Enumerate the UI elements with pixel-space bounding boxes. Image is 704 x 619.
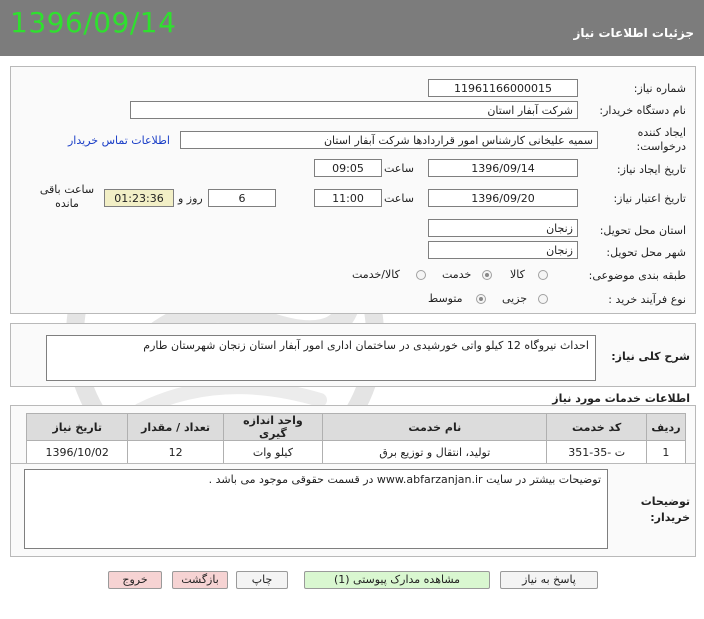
cell-service-name: تولید، انتقال و توزیع برق: [322, 440, 548, 464]
cell-row: 1: [645, 440, 687, 464]
remaining-label: ساعت باقی مانده: [39, 183, 95, 210]
purchase-medium-radio[interactable]: [476, 294, 486, 304]
days-label: روز و: [178, 192, 203, 205]
validity-date-field: 1396/09/20: [428, 189, 578, 207]
delivery-province-field: زنجان: [428, 219, 578, 237]
category-goods-service-label: کالا/خدمت: [352, 268, 400, 281]
col-service-code: کد خدمت: [546, 413, 647, 441]
col-service-name: نام خدمت: [322, 413, 548, 441]
col-row: ردیف: [645, 413, 687, 441]
created-date-label: تاریخ ایجاد نیاز:: [616, 163, 686, 176]
back-button[interactable]: بازگشت: [172, 571, 228, 589]
delivery-city-field: زنجان: [428, 241, 578, 259]
buyer-org-label: نام دستگاه خریدار:: [599, 104, 686, 117]
created-time-field: 09:05: [314, 159, 382, 177]
category-goods-label: کالا: [510, 268, 525, 281]
header-date: 1396/09/14: [10, 6, 177, 39]
requester-field: سمیه علیخانی کارشناس امور قراردادها شرکت…: [180, 131, 598, 149]
category-service-radio[interactable]: [482, 270, 492, 280]
cell-quantity: 12: [127, 440, 224, 464]
need-number-field: 1196116600001​5: [428, 79, 578, 97]
purchase-minor-radio[interactable]: [538, 294, 548, 304]
print-button[interactable]: چاپ: [236, 571, 288, 589]
col-need-date: تاریخ نیاز: [25, 413, 129, 441]
description-label: شرح کلی نیاز:: [611, 350, 690, 363]
buyer-notes-label: توضیحات خریدار:: [640, 495, 690, 524]
created-time-label: ساعت: [384, 162, 414, 175]
buyer-org-field: شرکت آبفار استان: [130, 101, 578, 119]
cell-need-date: 1396/10/02: [25, 440, 129, 464]
remaining-time-field: 01:23:36: [104, 189, 174, 207]
description-text: احداث نیروگاه 12 کیلو واتی خورشیدی در سا…: [46, 335, 596, 381]
delivery-province-label: استان محل تحویل:: [599, 224, 686, 237]
category-service-label: خدمت: [442, 268, 472, 281]
purchase-type-label: نوع فرآیند خرید :: [608, 293, 686, 306]
validity-date-label: تاریخ اعتبار نیاز:: [613, 192, 686, 205]
services-title: اطلاعات خدمات مورد نیاز: [552, 392, 690, 405]
need-number-label: شماره نیاز:: [633, 82, 686, 95]
reply-button[interactable]: پاسخ به نیاز: [500, 571, 598, 589]
remaining-days-field: 6: [208, 189, 276, 207]
category-goods-service-radio[interactable]: [416, 270, 426, 280]
cell-unit: کیلو وات: [222, 440, 324, 464]
buyer-contact-link[interactable]: اطلاعات تماس خریدار: [68, 134, 170, 147]
buyer-notes-text: توضیحات بیشتر در سایت www.abfarzanjan.ir…: [24, 469, 608, 549]
col-quantity: تعداد / مقدار: [127, 413, 224, 441]
exit-button[interactable]: خروج: [108, 571, 162, 589]
created-date-field: 1396/09/14: [428, 159, 578, 177]
requester-label: ایجاد کننده درخواست:: [636, 126, 686, 153]
page-header: 1396/09/14 جزئیات اطلاعات نیاز: [0, 0, 704, 56]
view-docs-button[interactable]: مشاهده مدارک پیوستی (1): [304, 571, 490, 589]
purchase-minor-label: جزیی: [502, 292, 528, 305]
validity-time-field: 11:00: [314, 189, 382, 207]
delivery-city-label: شهر محل تحویل:: [606, 246, 686, 259]
validity-time-label: ساعت: [384, 192, 414, 205]
category-label: طبقه بندی موضوعی:: [588, 269, 686, 282]
cell-service-code: ت -35-351: [546, 440, 647, 464]
category-goods-radio[interactable]: [538, 270, 548, 280]
header-title: جزئیات اطلاعات نیاز: [573, 26, 694, 40]
services-table: ردیف کد خدمت نام خدمت واحد اندازه گیری ت…: [25, 413, 687, 464]
col-unit: واحد اندازه گیری: [222, 413, 324, 441]
purchase-medium-label: متوسط: [428, 292, 463, 305]
table-row: 1 ت -35-351 تولید، انتقال و توزیع برق کی…: [25, 440, 687, 464]
